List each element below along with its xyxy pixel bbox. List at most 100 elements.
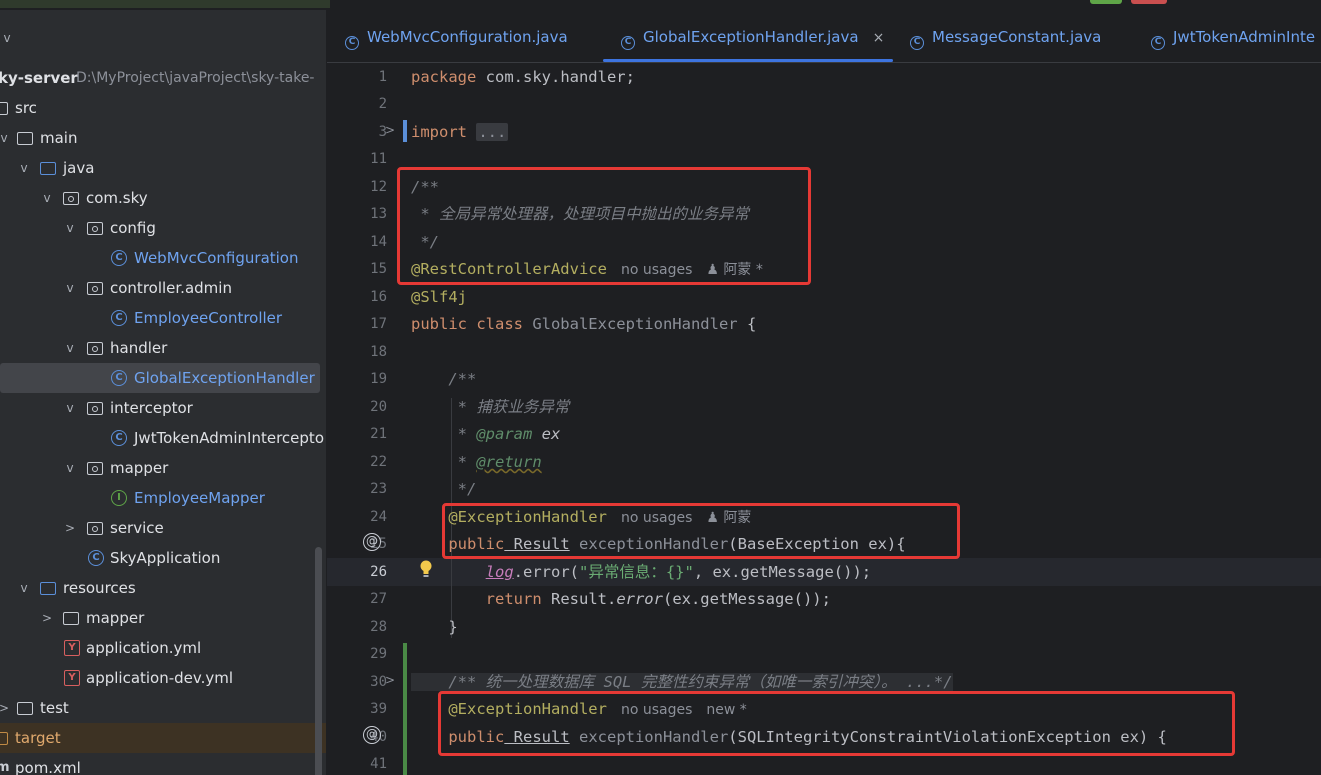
fold-arrow-icon[interactable]: > — [385, 123, 395, 137]
project-tree: v ky-server D:\MyProject\javaProject\sky… — [0, 10, 326, 775]
tree-item-pom-xml[interactable]: m pom.xml — [0, 753, 326, 775]
tree-item-main[interactable]: v main — [0, 123, 326, 153]
at-implementation-icon[interactable]: @ — [363, 726, 381, 744]
package-icon — [87, 342, 103, 355]
line-number: 22 — [370, 454, 387, 470]
package-icon — [87, 282, 103, 295]
tree-item-application-dev-yml[interactable]: Y application-dev.yml — [0, 663, 326, 693]
spring-class-icon: C — [88, 550, 104, 566]
tree-item-mapper-package[interactable]: v mapper — [0, 453, 326, 483]
tree-item-handler[interactable]: v handler — [0, 333, 326, 363]
tree-scrollbar[interactable] — [315, 547, 322, 775]
tree-item-label: EmployeeController — [134, 309, 283, 327]
code-line-21: * @param ex — [411, 425, 561, 443]
line-number: 3 — [378, 124, 387, 140]
folder-icon — [0, 732, 8, 745]
tree-item-webmvcconfiguration[interactable]: C WebMvcConfiguration — [0, 243, 326, 273]
line-number: 20 — [370, 399, 387, 415]
tree-item-employeecontroller[interactable]: C EmployeeController — [0, 303, 326, 333]
tree-item-jwttokenadmininterceptor[interactable]: C JwtTokenAdminIntercepto — [0, 423, 326, 453]
folder-icon — [40, 582, 56, 595]
class-icon: C — [111, 370, 127, 386]
code-line-26: log.error("异常信息：{}", ex.getMessage()); — [485, 563, 872, 581]
tree-item-application-yml[interactable]: Y application.yml — [0, 633, 326, 663]
top-strip — [0, 0, 1321, 10]
tab-label: JwtTokenAdminInte — [1173, 28, 1316, 46]
tree-item-resources[interactable]: v resources — [0, 573, 326, 603]
tab-label: MessageConstant.java — [932, 28, 1102, 46]
code-line-23: */ — [411, 480, 477, 498]
tree-item-config[interactable]: v config — [0, 213, 326, 243]
tree-item-label: pom.xml — [15, 759, 81, 775]
folded-imports[interactable]: ... — [476, 123, 509, 141]
yaml-icon: Y — [64, 640, 80, 656]
chevron-down-icon[interactable]: v — [63, 213, 77, 243]
line-number: 29 — [370, 646, 387, 662]
tree-item-mapper-folder[interactable]: > mapper — [0, 603, 326, 633]
chevron-down-icon[interactable]: v — [40, 183, 54, 213]
folder-icon — [63, 612, 79, 625]
tree-item-label: mapper — [86, 609, 145, 627]
line-number: 30 — [370, 674, 387, 690]
stop-indicator[interactable] — [1131, 0, 1167, 4]
chevron-right-icon[interactable]: > — [63, 513, 77, 543]
tree-item-label: config — [110, 219, 156, 237]
tree-item-src[interactable]: src — [0, 93, 326, 123]
vcs-change-marker[interactable] — [403, 120, 407, 142]
close-icon[interactable]: × — [873, 30, 885, 46]
tree-item-target[interactable]: target — [0, 723, 326, 753]
package-icon — [87, 222, 103, 235]
tab-jwttokenadmininterceptor[interactable]: C JwtTokenAdminInte — [1151, 10, 1315, 62]
line-number: 1 — [378, 69, 387, 85]
tab-webmvcconfiguration[interactable]: C WebMvcConfiguration.java — [345, 10, 568, 62]
code-editor[interactable]: 1 2 3 11 12 13 14 15 16 17 18 19 20 21 2… — [327, 63, 1321, 775]
class-icon: C — [910, 36, 924, 50]
code-line-16: @Slf4j — [411, 288, 467, 306]
tree-item-globalexceptionhandler[interactable]: C GlobalExceptionHandler — [0, 363, 320, 393]
chevron-down-icon[interactable]: v — [17, 573, 31, 603]
tree-item-java[interactable]: v java — [0, 153, 326, 183]
tree-item-skyapplication[interactable]: C SkyApplication — [0, 543, 326, 573]
tab-label: GlobalExceptionHandler.java — [643, 28, 859, 46]
line-number: 21 — [370, 426, 387, 442]
chevron-down-icon[interactable]: v — [63, 333, 77, 363]
tree-item-label: service — [110, 519, 164, 537]
tab-globalexceptionhandler[interactable]: C GlobalExceptionHandler.java × — [621, 10, 884, 62]
code-line-3: import ... — [411, 123, 509, 141]
tree-item-label: application.yml — [86, 639, 202, 657]
code-line-20: * 捕获业务异常 — [411, 398, 570, 416]
chevron-right-icon[interactable]: > — [40, 603, 54, 633]
chevron-down-icon[interactable]: v — [0, 123, 11, 153]
tree-item-interceptor[interactable]: v interceptor — [0, 393, 326, 423]
tree-item-test[interactable]: > test — [0, 693, 326, 723]
tab-messageconstant[interactable]: C MessageConstant.java — [910, 10, 1101, 62]
top-strip-shade — [0, 0, 330, 8]
tree-item-controller-admin[interactable]: v controller.admin — [0, 273, 326, 303]
tree-item-label: EmployeeMapper — [134, 489, 265, 507]
at-implementation-icon[interactable]: @ — [363, 533, 381, 551]
chevron-down-icon[interactable]: v — [0, 23, 14, 53]
chevron-down-icon[interactable]: v — [17, 153, 31, 183]
chevron-down-icon[interactable]: v — [63, 273, 77, 303]
line-number: 2 — [378, 96, 387, 112]
tree-item-com-sky[interactable]: v com.sky — [0, 183, 326, 213]
tree-item-label: JwtTokenAdminIntercepto — [134, 429, 324, 447]
tree-item-label: main — [40, 129, 78, 147]
tree-root[interactable]: ky-server D:\MyProject\javaProject\sky-t… — [0, 63, 326, 93]
package-icon — [87, 522, 103, 535]
chevron-down-icon[interactable]: v — [63, 453, 77, 483]
tree-toggle-row[interactable]: v — [0, 23, 326, 53]
tree-item-service[interactable]: > service — [0, 513, 326, 543]
tree-item-employeemapper[interactable]: I EmployeeMapper — [0, 483, 326, 513]
chevron-right-icon[interactable]: > — [0, 693, 11, 723]
run-indicator[interactable] — [1090, 0, 1122, 4]
line-number: 18 — [370, 344, 387, 360]
fold-arrow-icon[interactable]: > — [385, 673, 395, 687]
vcs-added-marker[interactable] — [403, 643, 407, 775]
tab-label: WebMvcConfiguration.java — [367, 28, 568, 46]
tree-item-label: src — [15, 99, 37, 117]
chevron-down-icon[interactable]: v — [63, 393, 77, 423]
line-number-current: 26 — [370, 564, 387, 580]
line-number: 19 — [370, 371, 387, 387]
folder-icon — [40, 162, 56, 175]
